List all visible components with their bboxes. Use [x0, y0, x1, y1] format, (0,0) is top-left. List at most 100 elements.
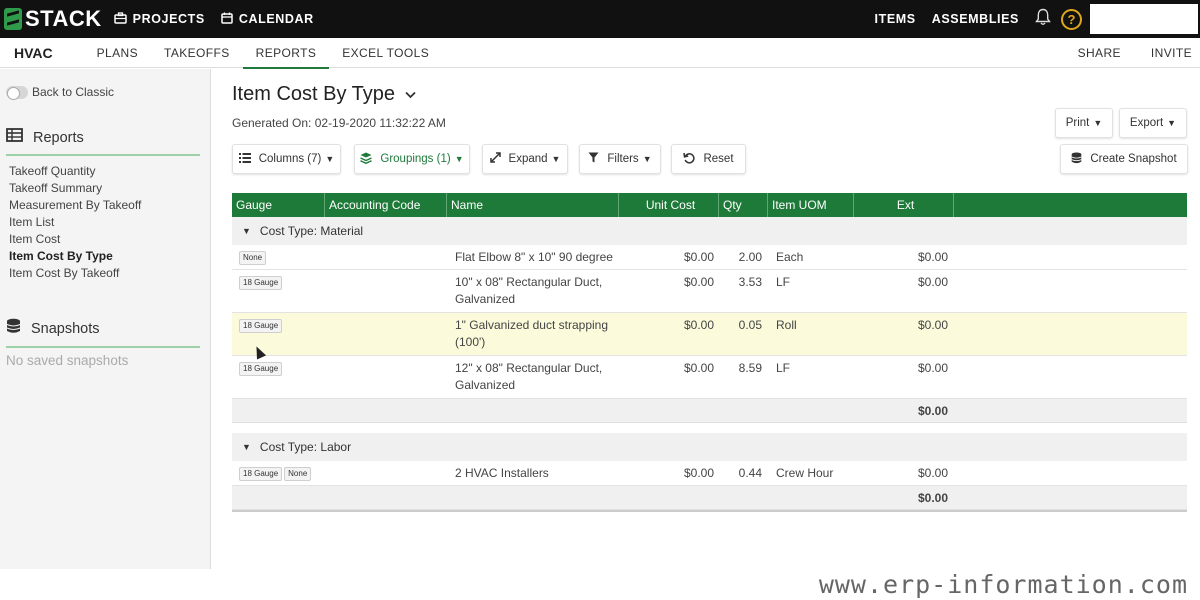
item-name-cont: Galvanized [455, 292, 516, 306]
expand-button[interactable]: Expand ▼ [482, 144, 568, 174]
name-cell: 12" x 08" Rectangular Duct, Galvanized [455, 360, 620, 394]
nav-assemblies[interactable]: ASSEMBLIES [932, 12, 1019, 26]
subtotal-value: $0.00 [917, 491, 948, 505]
unit-cost-cell: $0.00 [683, 466, 714, 480]
filter-icon [588, 152, 599, 166]
caret-down-icon[interactable]: ▼ [242, 442, 251, 452]
stack-logo[interactable]: STACK [4, 6, 102, 32]
tab-reports[interactable]: REPORTS [242, 38, 330, 69]
chevron-down-icon[interactable] [405, 87, 416, 102]
report-item-cost-by-takeoff[interactable]: Item Cost By Takeoff [9, 265, 141, 282]
user-menu[interactable] [1090, 4, 1198, 34]
table-row[interactable]: 18 Gauge 12" x 08" Rectangular Duct, Galva… [232, 356, 1187, 399]
col-item-uom[interactable]: Item UOM [768, 193, 854, 217]
caret-down-icon[interactable]: ▼ [242, 226, 251, 236]
ext-cell: $0.00 [917, 361, 948, 375]
col-gauge[interactable]: Gauge [232, 193, 325, 217]
uom-cell: LF [776, 275, 791, 289]
reset-button[interactable]: Reset [671, 144, 746, 174]
expand-arrows-icon [489, 152, 501, 166]
gauge-badge: None [284, 467, 312, 481]
qty-cell: 3.53 [738, 275, 762, 289]
item-name: 1" Galvanized duct strapping [455, 318, 609, 332]
group-header[interactable]: ▼ Cost Type: Material [232, 217, 1187, 245]
gauge-badge: 18 Gauge [239, 276, 283, 290]
group-header[interactable]: ▼ Cost Type: Labor [232, 433, 1187, 461]
gauge-badge: None [239, 251, 267, 265]
gauge-cell: 18 Gauge [239, 275, 284, 290]
table-row[interactable]: 18 Gauge None 2 HVAC Installers $0.00 0.44 Cr… [232, 461, 1187, 486]
classic-toggle[interactable] [6, 85, 28, 100]
report-table: Gauge Accounting Code Name Unit Cost Qty… [232, 193, 1187, 512]
col-name[interactable]: Name [447, 193, 619, 217]
nav-items[interactable]: ITEMS [875, 12, 916, 26]
report-item-cost-by-type[interactable]: Item Cost By Type [9, 248, 141, 265]
nav-calendar[interactable]: CALENDAR [221, 12, 314, 27]
item-name: 10" x 08" Rectangular Duct, [455, 275, 603, 289]
report-takeoff-summary[interactable]: Takeoff Summary [9, 180, 141, 197]
subtotal-value: $0.00 [917, 404, 948, 418]
item-name: 12" x 08" Rectangular Duct, [455, 361, 603, 375]
generated-on: Generated On: 02-19-2020 11:32:22 AM [232, 116, 446, 130]
ext-cell: $0.00 [917, 275, 948, 289]
table-header: Gauge Accounting Code Name Unit Cost Qty… [232, 193, 1187, 217]
qty-cell: 0.05 [738, 318, 762, 332]
report-measurement-by-takeoff[interactable]: Measurement By Takeoff [9, 197, 141, 214]
caret-down-icon: ▼ [551, 154, 561, 164]
col-qty[interactable]: Qty [719, 193, 768, 217]
item-name: 2 HVAC Installers [455, 466, 549, 480]
invite-link[interactable]: INVITE [1151, 46, 1192, 60]
table-end-divider [232, 510, 1187, 512]
name-cell: 2 HVAC Installers [455, 465, 620, 482]
item-name-cont: Galvanized [455, 378, 516, 392]
uom-cell: Roll [776, 318, 797, 332]
name-cell: Flat Elbow 8" x 10" 90 degree [455, 249, 620, 266]
watermark: www.erp-information.com [818, 570, 1188, 599]
help-icon[interactable]: ? [1061, 8, 1082, 30]
back-to-classic[interactable]: Back to Classic [6, 85, 114, 100]
tab-excel-tools[interactable]: EXCEL TOOLS [329, 38, 442, 68]
report-item-cost[interactable]: Item Cost [9, 231, 141, 248]
columns-button[interactable]: Columns (7) ▼ [232, 144, 341, 174]
project-name: HVAC [14, 44, 53, 61]
group-label: Cost Type: Labor [259, 440, 352, 454]
caret-down-icon: ▼ [1167, 118, 1177, 128]
table-row[interactable]: 18 Gauge 1" Galvanized duct strapping (100… [232, 313, 1187, 356]
groupings-button[interactable]: Groupings (1) ▼ [354, 144, 470, 174]
tab-plans[interactable]: PLANS [84, 38, 151, 68]
print-button[interactable]: Print ▼ [1055, 108, 1113, 138]
gauge-cell: 18 Gauge [239, 318, 284, 333]
caret-down-icon: ▼ [454, 154, 464, 164]
unit-cost-cell: $0.00 [683, 275, 714, 289]
col-ext[interactable]: Ext [854, 193, 954, 217]
col-accounting-code[interactable]: Accounting Code [325, 193, 447, 217]
create-snapshot-button[interactable]: Create Snapshot [1060, 144, 1188, 174]
report-item-list[interactable]: Item List [9, 214, 141, 231]
nav-projects[interactable]: PROJECTS [113, 11, 205, 27]
group-subtotal-row: $0.00 [232, 486, 1187, 510]
reports-heading: Reports [6, 128, 200, 156]
gauge-cell: 18 Gauge None [239, 466, 313, 481]
database-icon [6, 318, 21, 339]
table-row[interactable]: None Flat Elbow 8" x 10" 90 degree $0.00 2.… [232, 245, 1187, 270]
layers-icon [360, 152, 373, 167]
report-takeoff-quantity[interactable]: Takeoff Quantity [9, 163, 141, 180]
database-icon [1071, 152, 1082, 167]
report-list: Takeoff Quantity Takeoff Summary Measure… [9, 163, 141, 282]
uom-cell: Crew Hour [776, 466, 834, 480]
group-subtotal-row: $0.00 [232, 399, 1187, 423]
filters-button[interactable]: Filters ▼ [579, 144, 661, 174]
bell-icon[interactable] [1035, 8, 1051, 31]
tab-takeoffs[interactable]: TAKEOFFS [151, 38, 243, 68]
table-row[interactable]: 18 Gauge 10" x 08" Rectangular Duct, Galva… [232, 270, 1187, 313]
top-bar: STACK PROJECTS CALENDAR ITEMS ASSEMBLIES… [0, 0, 1200, 38]
no-snapshots-note: No saved snapshots [6, 353, 129, 368]
col-unit-cost[interactable]: Unit Cost [619, 193, 719, 217]
export-button[interactable]: Export ▼ [1119, 108, 1187, 138]
qty-cell: 0.44 [738, 466, 762, 480]
gauge-cell: None [239, 250, 268, 265]
report-title[interactable]: Item Cost By Type [232, 83, 416, 106]
ext-cell: $0.00 [917, 318, 948, 332]
share-link[interactable]: SHARE [1078, 46, 1121, 60]
list-icon [238, 152, 251, 166]
